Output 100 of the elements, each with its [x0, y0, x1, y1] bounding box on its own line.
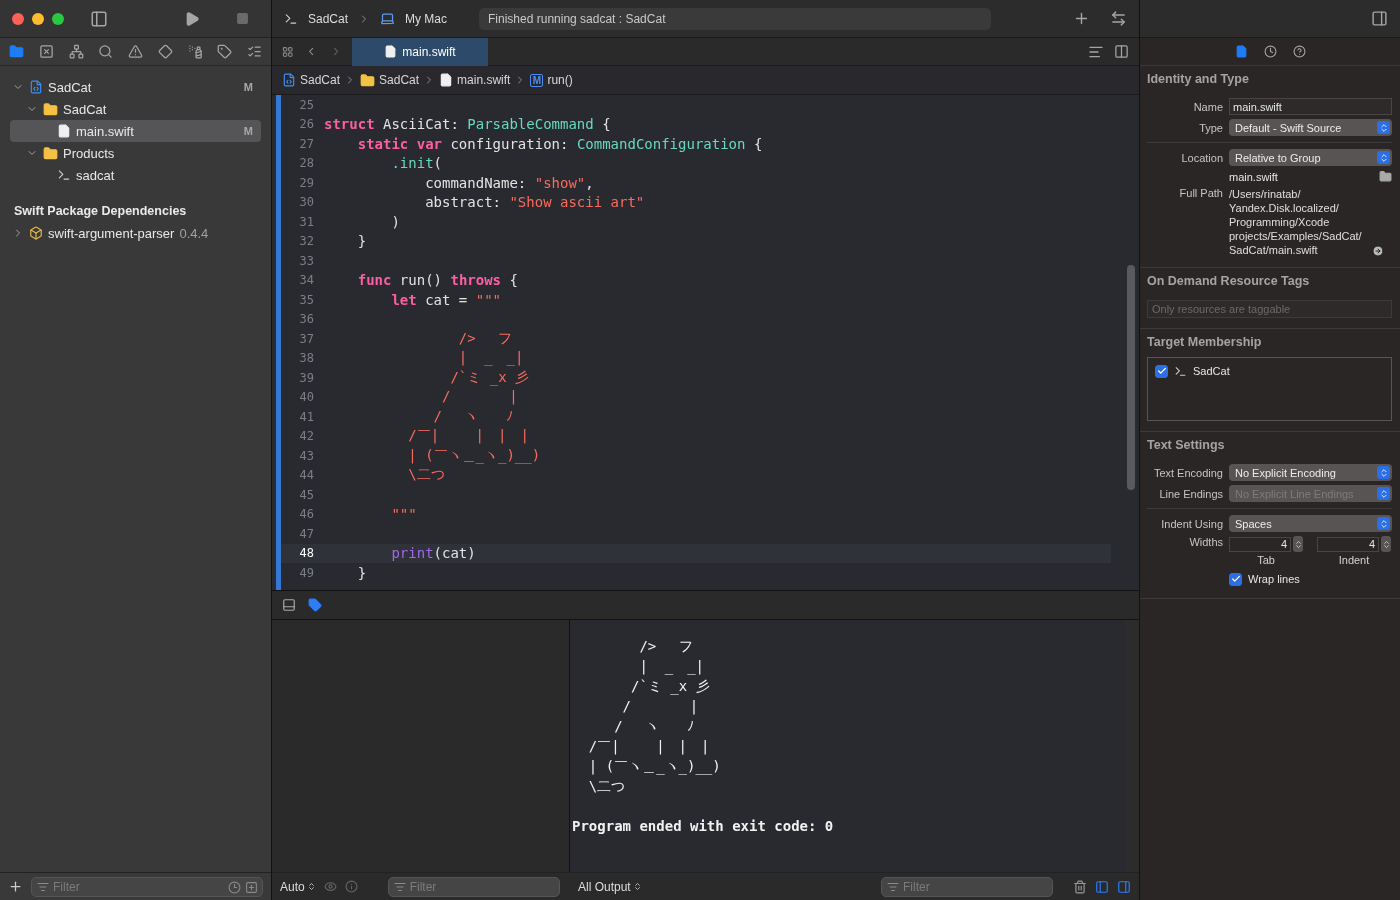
help-icon[interactable] — [1292, 45, 1306, 58]
folder-icon[interactable] — [1379, 170, 1392, 183]
arrows-icon[interactable] — [1110, 10, 1127, 27]
output-popup[interactable]: All Output — [578, 879, 642, 894]
indent-width-field[interactable]: 4 — [1317, 536, 1379, 552]
folder-icon[interactable] — [9, 44, 24, 59]
warning-icon[interactable] — [128, 44, 143, 59]
laptop-icon — [380, 11, 396, 26]
code-line: 41 / ヽ ﾉ — [298, 407, 515, 426]
tree-item[interactable]: main.swift M — [10, 120, 261, 142]
field-label: Widths — [1188, 536, 1223, 548]
field-label: Full Path — [1178, 187, 1223, 199]
inspector-toggle-icon[interactable] — [1371, 10, 1388, 27]
field-label: Location — [1180, 151, 1223, 164]
package-item[interactable]: swift-argument-parser 0.4.4 — [10, 222, 261, 244]
tree-item[interactable]: SadCat — [10, 98, 261, 120]
indent-popup[interactable]: Spaces — [1229, 515, 1392, 532]
square-plus-icon[interactable] — [245, 880, 258, 894]
section-title: Target Membership — [1147, 335, 1263, 349]
editor-tab[interactable]: main.swift — [352, 37, 488, 66]
stop-icon[interactable] — [236, 12, 249, 25]
split-icon[interactable] — [1114, 44, 1129, 59]
code-line: 42 /￣| | | | — [298, 426, 530, 446]
tree-item[interactable]: SadCat M — [10, 76, 261, 98]
code-line: 45 — [298, 486, 315, 504]
clock-icon[interactable] — [228, 880, 241, 894]
name-field[interactable]: main.swift — [1229, 98, 1392, 115]
destination-label[interactable]: My Mac — [405, 11, 448, 26]
panel-left-icon[interactable] — [1095, 879, 1109, 894]
tag-icon[interactable] — [217, 44, 233, 59]
close-button[interactable] — [12, 12, 24, 25]
run-icon[interactable] — [184, 10, 200, 27]
console-line: Program ended with exit code: 0 — [572, 818, 835, 834]
console-line: / | — [621, 697, 700, 716]
checkbox[interactable] — [1229, 572, 1242, 586]
info-icon[interactable] — [344, 880, 358, 893]
minimize-button[interactable] — [32, 12, 44, 25]
eye-icon[interactable] — [323, 880, 337, 893]
location-popup[interactable]: Relative to Group — [1229, 149, 1392, 166]
type-popup[interactable]: Default - Swift Source — [1229, 119, 1392, 136]
code-line: 49 } — [298, 563, 368, 583]
search-icon[interactable] — [98, 44, 114, 59]
scheme-label[interactable]: SadCat — [308, 11, 349, 26]
terminal-icon — [57, 168, 71, 182]
code-line: 34 func run() throws { — [298, 271, 519, 290]
tree-item[interactable]: sadcat — [10, 164, 261, 186]
checkbox-label: Wrap lines — [1248, 573, 1300, 585]
console-line: / ヽ ﾉ — [613, 717, 695, 736]
field-caption: Indent — [1338, 554, 1370, 566]
code-line: 36 — [298, 311, 315, 329]
console-line: \二つ — [587, 777, 627, 796]
project-file-icon — [29, 80, 43, 94]
spray-can-icon[interactable] — [187, 44, 203, 59]
code-line: 44 \二つ — [298, 465, 446, 485]
updown-icon[interactable] — [632, 882, 642, 891]
arrow-circle-icon[interactable] — [1372, 245, 1384, 257]
add-icon[interactable] — [8, 879, 23, 894]
tree-item[interactable]: Products — [10, 142, 261, 164]
field-label: Name — [1192, 100, 1223, 113]
section-title: On Demand Resource Tags — [1147, 274, 1311, 288]
breadcrumb-item[interactable]: SadCat — [300, 73, 341, 87]
checkbox[interactable] — [1155, 364, 1168, 378]
tag-icon[interactable] — [308, 598, 322, 612]
scope-popup[interactable]: Auto — [280, 879, 316, 894]
list-icon[interactable] — [247, 44, 262, 59]
tab-width-field[interactable]: 4 — [1229, 536, 1291, 552]
code-line: 37 /> フ — [298, 329, 514, 348]
project-file-icon — [282, 73, 296, 87]
code-line: 40 / | — [298, 387, 519, 407]
file-icon[interactable] — [1234, 45, 1248, 58]
panel-right-icon[interactable] — [1117, 879, 1131, 894]
panel-icon[interactable] — [282, 598, 296, 612]
encoding-popup[interactable]: No Explicit Encoding — [1229, 464, 1392, 481]
breadcrumb-item[interactable]: SadCat — [379, 73, 420, 87]
method-icon: M — [530, 73, 544, 87]
folder-icon — [43, 101, 58, 117]
console-line: /`ミ _x 彡 — [630, 677, 711, 696]
code-line: 26 struct AsciiCat: ParsableCommand { — [298, 115, 612, 134]
breadcrumb-item[interactable]: run() — [547, 73, 573, 87]
scrollbar[interactable] — [1127, 265, 1135, 490]
clock-icon[interactable] — [1263, 45, 1277, 58]
sidebar-toggle-icon[interactable] — [90, 9, 108, 28]
updown-icon[interactable] — [306, 882, 316, 891]
grid-icon[interactable] — [282, 44, 294, 59]
package-icon — [29, 226, 43, 240]
breadcrumb-item[interactable]: main.swift — [457, 73, 511, 87]
code-line: 32 } — [298, 232, 368, 251]
diamond-icon[interactable] — [157, 44, 173, 59]
code-line: 30 abstract: "Show ascii art" — [298, 193, 646, 212]
square-x-icon[interactable] — [38, 44, 54, 59]
terminal-icon — [1174, 364, 1187, 378]
code-line: 46 """ — [298, 505, 418, 524]
zoom-button[interactable] — [52, 12, 64, 25]
add-icon[interactable] — [1073, 10, 1090, 27]
hierarchy-icon[interactable] — [68, 44, 84, 59]
code-line: 38 | _ _| — [298, 348, 525, 368]
console-line: | (￣ヽ＿_ヽ_)__) — [587, 757, 722, 776]
swift-file-icon — [384, 45, 398, 58]
field-caption: Tab — [1257, 554, 1275, 566]
trash-icon[interactable] — [1073, 879, 1087, 894]
